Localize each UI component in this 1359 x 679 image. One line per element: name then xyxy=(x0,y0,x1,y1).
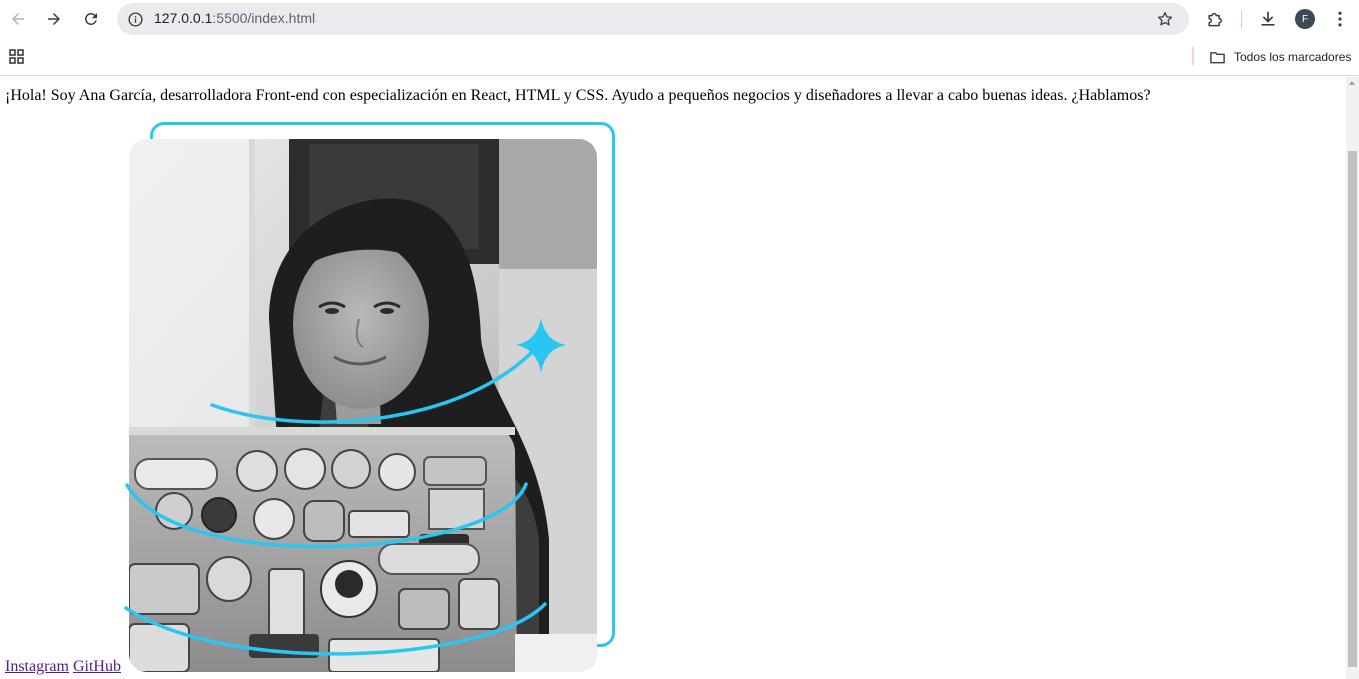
download-icon xyxy=(1261,11,1275,26)
url-path: :5500/index.html xyxy=(212,10,316,26)
browser-toolbar: 127.0.0.1:5500/index.html F xyxy=(0,0,1359,38)
folder-icon xyxy=(1210,51,1225,63)
site-info-icon[interactable] xyxy=(125,9,145,29)
arrow-left-icon xyxy=(12,13,24,25)
back-button[interactable] xyxy=(6,7,30,31)
bookmarks-divider xyxy=(1192,47,1194,65)
forward-button[interactable] xyxy=(42,7,66,31)
toolbar-divider xyxy=(1241,10,1242,28)
reload-icon xyxy=(85,13,97,25)
url-text: 127.0.0.1:5500/index.html xyxy=(154,10,315,26)
reload-button[interactable] xyxy=(79,7,103,31)
vertical-scrollbar[interactable] xyxy=(1346,77,1359,679)
bookmark-star-icon[interactable] xyxy=(1155,9,1175,29)
intro-text: ¡Hola! Soy Ana García, desarrolladora Fr… xyxy=(5,87,1151,104)
social-links: Instagram GitHub xyxy=(5,658,121,676)
url-host: 127.0.0.1 xyxy=(154,10,213,26)
instagram-link[interactable]: Instagram xyxy=(5,658,69,675)
profile-photo xyxy=(129,139,597,672)
profile-avatar[interactable]: F xyxy=(1295,9,1315,29)
more-vertical-icon xyxy=(1338,11,1342,27)
page-viewport: ¡Hola! Soy Ana García, desarrolladora Fr… xyxy=(0,77,1359,679)
scrollbar-thumb[interactable] xyxy=(1348,151,1357,667)
bookmarks-folder-label: Todos los marcadores xyxy=(1234,50,1352,64)
downloads-button[interactable] xyxy=(1256,7,1280,31)
scroll-up-arrow-icon[interactable] xyxy=(1349,81,1355,85)
all-bookmarks-folder[interactable]: Todos los marcadores xyxy=(1209,47,1351,67)
hero-section xyxy=(120,117,620,677)
github-link[interactable]: GitHub xyxy=(73,658,121,675)
browser-menu-button[interactable] xyxy=(1328,7,1352,31)
bookmarks-bar: Todos los marcadores xyxy=(0,38,1359,76)
extensions-button[interactable] xyxy=(1203,7,1227,31)
apps-grid-icon[interactable] xyxy=(8,47,26,65)
puzzle-icon xyxy=(1208,12,1222,27)
arrow-right-icon xyxy=(48,13,60,25)
address-bar[interactable]: 127.0.0.1:5500/index.html xyxy=(117,3,1189,35)
